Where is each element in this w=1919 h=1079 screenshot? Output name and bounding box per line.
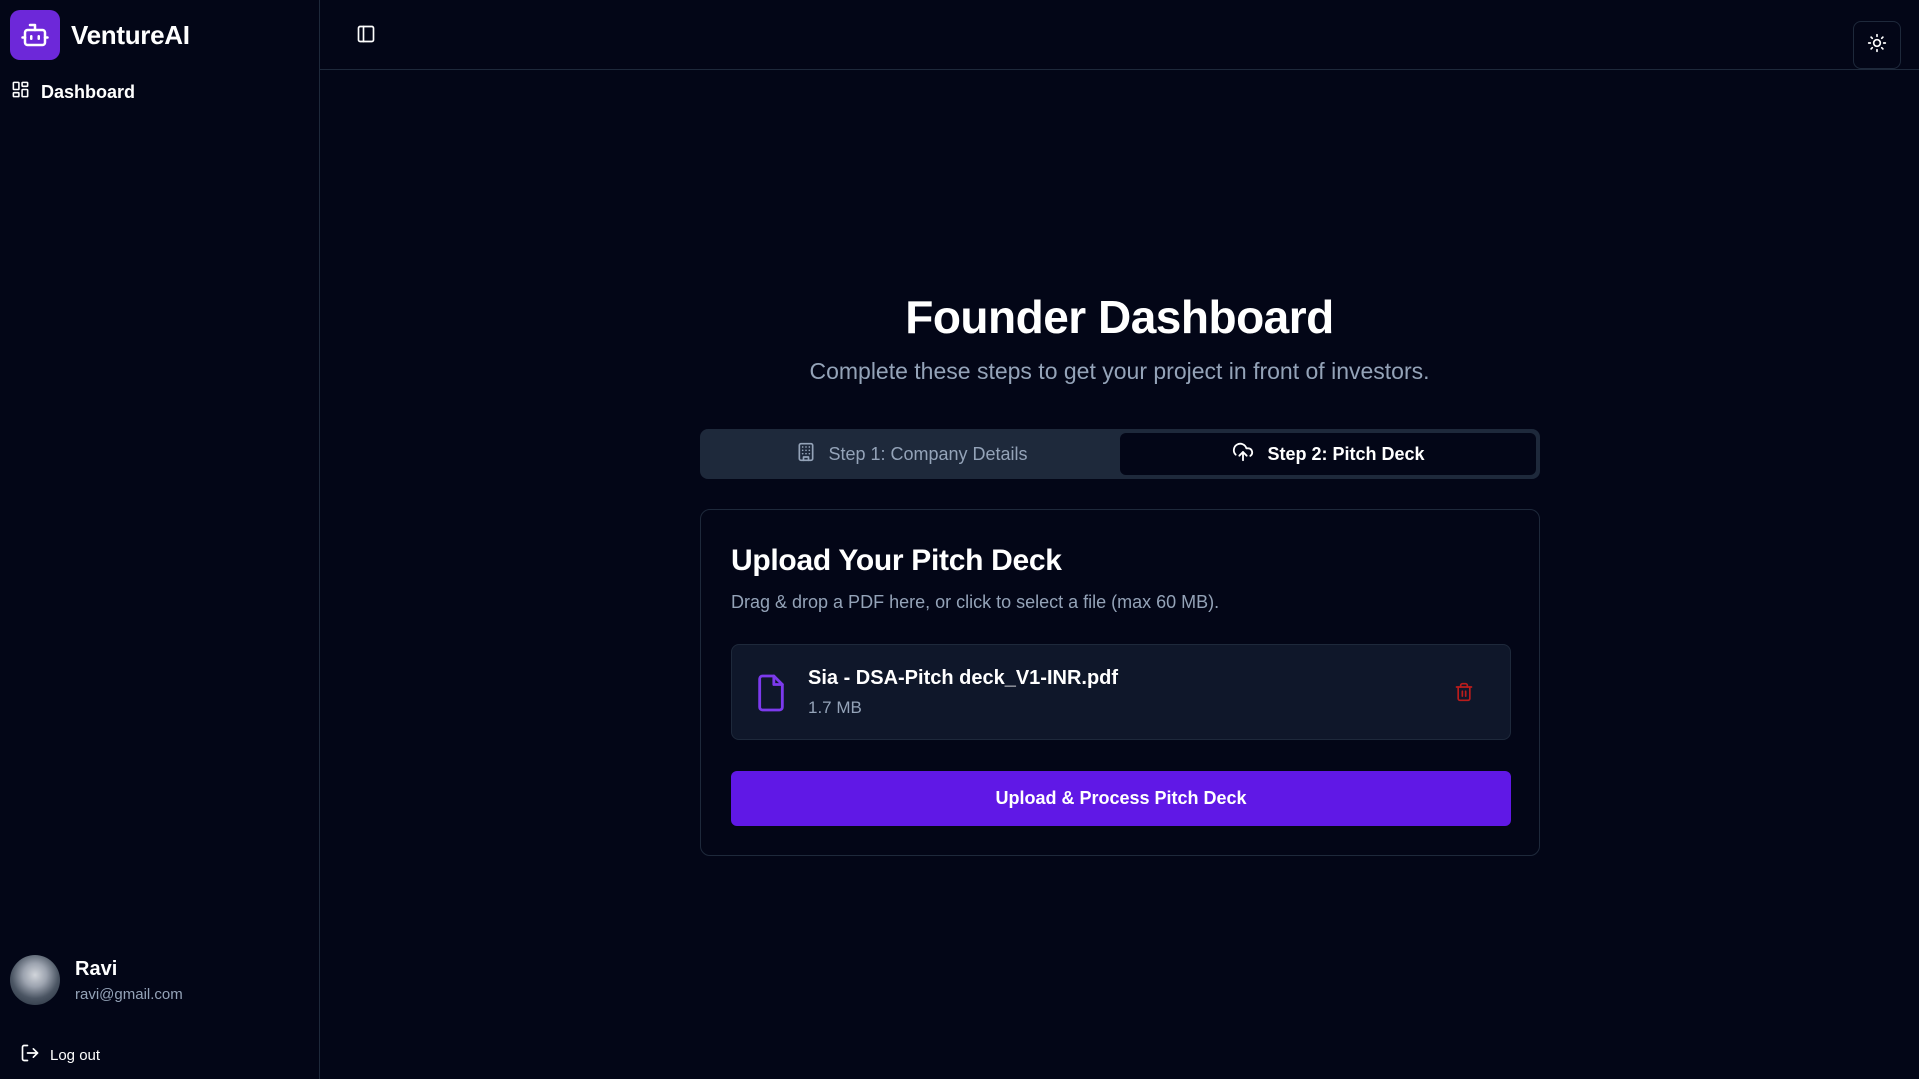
user-profile[interactable]: Ravi ravi@gmail.com	[10, 955, 183, 1005]
logout-button[interactable]: Log out	[20, 1043, 100, 1068]
theme-toggle-button[interactable]	[1853, 21, 1901, 69]
card-title: Upload Your Pitch Deck	[731, 544, 1062, 577]
user-name: Ravi	[75, 957, 118, 980]
cloud-upload-icon	[1231, 441, 1255, 468]
log-out-icon	[20, 1043, 40, 1068]
sidebar: VentureAI Dashboard Ravi ravi@gmail.com	[0, 0, 320, 1079]
panel-left-icon	[356, 25, 376, 48]
tab-label: Step 1: Company Details	[828, 443, 1028, 464]
dropzone-hint[interactable]: Drag & drop a PDF here, or click to sele…	[731, 592, 1219, 613]
tab-pitch-deck[interactable]: Step 2: Pitch Deck	[1120, 433, 1536, 475]
topbar	[320, 0, 1919, 70]
user-email: ravi@gmail.com	[75, 985, 183, 1003]
file-icon	[754, 673, 788, 718]
sidebar-item-label: Dashboard	[41, 81, 136, 102]
building-icon	[796, 441, 816, 468]
layout-grid-icon	[11, 80, 30, 104]
avatar	[10, 955, 60, 1005]
brand-name: VentureAI	[71, 19, 190, 50]
upload-process-button[interactable]: Upload & Process Pitch Deck	[731, 771, 1511, 826]
logout-label: Log out	[50, 1047, 101, 1064]
trash-icon[interactable]	[1454, 682, 1474, 707]
brand[interactable]: VentureAI	[10, 10, 190, 60]
tab-label: Step 2: Pitch Deck	[1267, 443, 1425, 464]
step-tabs: Step 1: Company Details Step 2: Pitch De…	[700, 429, 1540, 479]
file-name: Sia - DSA-Pitch deck_V1-INR.pdf	[808, 667, 1119, 689]
sun-icon	[1867, 33, 1887, 58]
page-subtitle: Complete these steps to get your project…	[809, 358, 1430, 384]
sidebar-toggle-button[interactable]	[356, 24, 378, 46]
tab-company-details[interactable]: Step 1: Company Details	[704, 433, 1120, 475]
selected-file: Sia - DSA-Pitch deck_V1-INR.pdf 1.7 MB	[731, 644, 1511, 740]
sidebar-item-dashboard[interactable]: Dashboard	[11, 80, 135, 104]
bot-icon	[10, 10, 60, 60]
file-size: 1.7 MB	[808, 698, 862, 717]
upload-card: Upload Your Pitch Deck Drag & drop a PDF…	[700, 509, 1540, 856]
page-title: Founder Dashboard	[905, 291, 1334, 343]
